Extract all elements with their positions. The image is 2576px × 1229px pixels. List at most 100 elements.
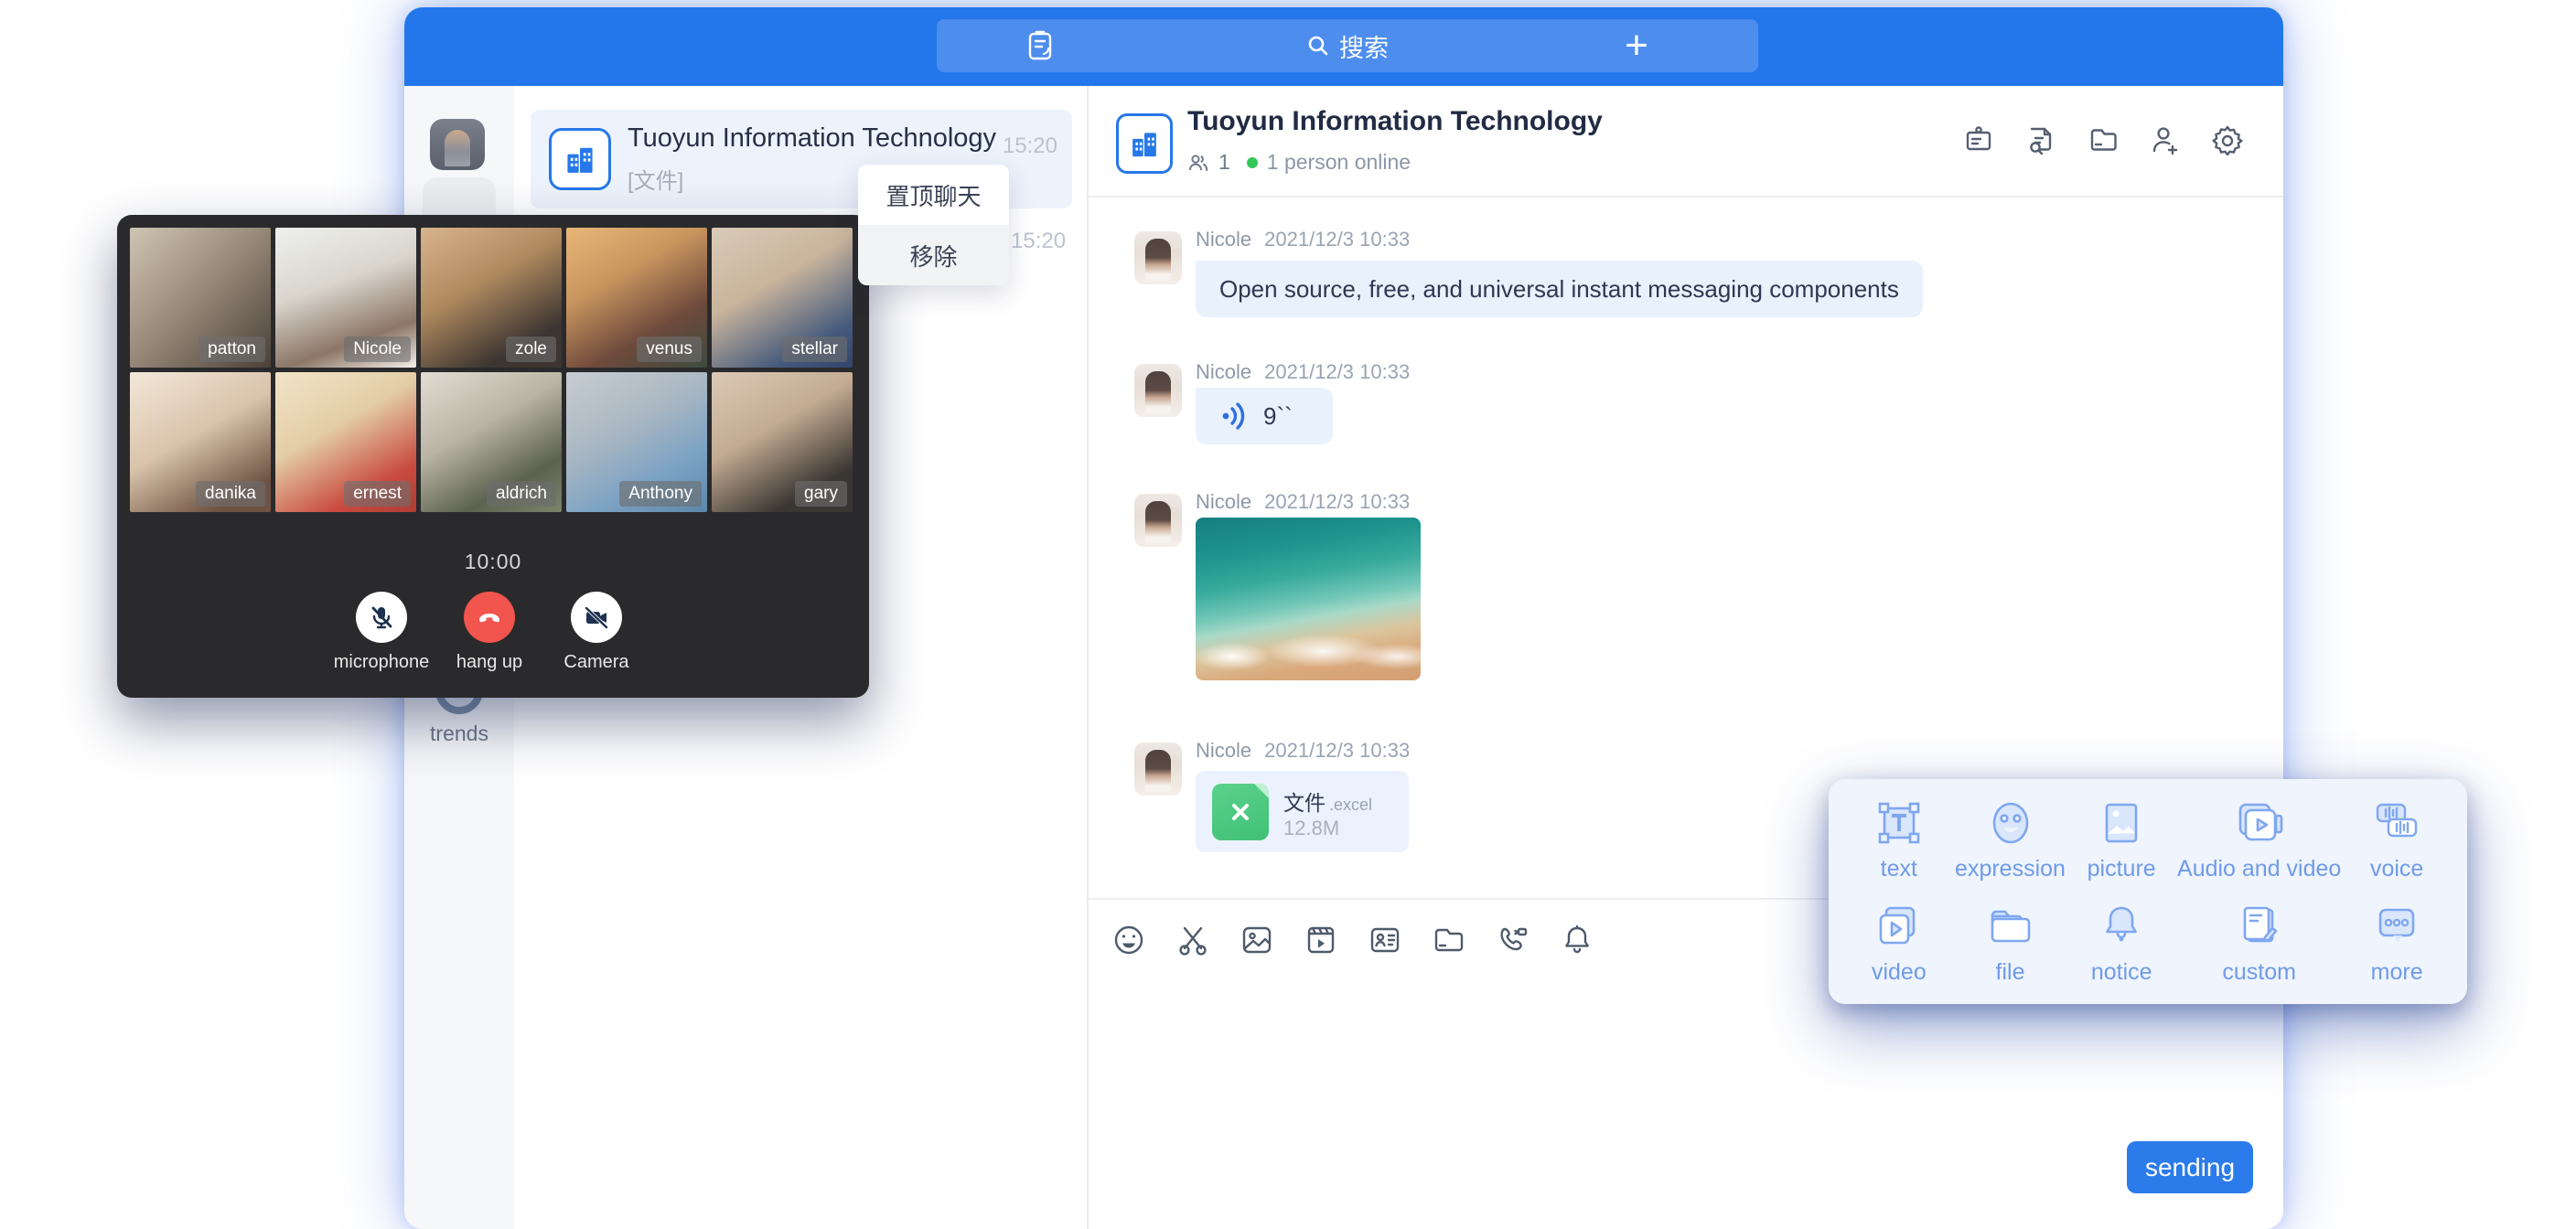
message-meta: Nicole2021/12/3 10:33 bbox=[1196, 490, 1410, 514]
member-count: 1 bbox=[1218, 150, 1230, 175]
picture-icon[interactable] bbox=[1237, 920, 1277, 960]
video-clip-icon[interactable] bbox=[1301, 920, 1341, 960]
chat-header-actions bbox=[1959, 121, 2247, 159]
avatar[interactable] bbox=[1134, 743, 1182, 796]
avatar[interactable] bbox=[1134, 494, 1182, 547]
trends-label: trends bbox=[404, 721, 514, 746]
feature-label: expression bbox=[1955, 856, 2066, 882]
group-notice-icon[interactable] bbox=[1959, 121, 1998, 159]
feature-file[interactable]: file bbox=[1985, 901, 2036, 986]
message-meta: Nicole 2021/12/3 10:33 bbox=[1196, 360, 1410, 384]
feature-more[interactable]: more bbox=[2371, 901, 2423, 986]
online-dot bbox=[1247, 157, 1258, 168]
participant-tile[interactable]: gary bbox=[712, 372, 853, 512]
feature-label: picture bbox=[2088, 856, 2156, 882]
app-screenshot: 搜索 + trends bbox=[0, 0, 2576, 1229]
custom-icon bbox=[2234, 901, 2285, 952]
search-icon bbox=[1306, 34, 1330, 58]
mic-off-icon bbox=[368, 604, 395, 631]
feature-video[interactable]: video bbox=[1872, 901, 1927, 986]
feature-label: more bbox=[2371, 959, 2423, 986]
group-files-icon[interactable] bbox=[2084, 121, 2122, 159]
feature-label: text bbox=[1881, 856, 1917, 882]
menu-item-pin-chat[interactable]: 置顶聊天 bbox=[858, 165, 1009, 225]
feature-label: video bbox=[1872, 959, 1927, 986]
message-meta: Nicole 2021/12/3 10:33 bbox=[1196, 739, 1410, 763]
building-icon bbox=[563, 142, 597, 176]
chat-history-search-icon[interactable] bbox=[2022, 121, 2060, 159]
file-size: 12.8M bbox=[1283, 817, 1339, 840]
online-status: 1 person online bbox=[1267, 150, 1411, 175]
screenshot-scissors-icon[interactable] bbox=[1173, 920, 1213, 960]
feature-expression[interactable]: expression bbox=[1955, 797, 2066, 882]
participant-tile[interactable]: venus bbox=[566, 228, 707, 368]
send-button[interactable]: sending bbox=[2127, 1141, 2253, 1193]
participant-name: danika bbox=[196, 481, 265, 507]
chat-subtitle: 1 1 person online bbox=[1187, 150, 1411, 175]
sender-name: Nicole bbox=[1196, 228, 1251, 251]
feature-text[interactable]: text bbox=[1873, 797, 1925, 882]
participant-name: gary bbox=[795, 481, 847, 507]
participant-tile[interactable]: ernest bbox=[275, 372, 416, 512]
participant-name: aldrich bbox=[487, 481, 556, 507]
add-member-icon[interactable] bbox=[2146, 121, 2184, 159]
voice-waves-icon bbox=[1219, 401, 1249, 432]
participant-tile[interactable]: Nicole bbox=[275, 228, 416, 368]
feature-audio-video[interactable]: Audio and video bbox=[2177, 797, 2341, 882]
message-text: Open source, free, and universal instant… bbox=[1219, 275, 1899, 304]
voice-message-bubble[interactable]: 9`` bbox=[1196, 388, 1333, 444]
chat-group-icon bbox=[1116, 113, 1173, 174]
contact-card-icon[interactable] bbox=[1365, 920, 1405, 960]
file-icon bbox=[1985, 901, 2036, 952]
image-message-beach[interactable] bbox=[1196, 518, 1421, 680]
voice-duration: 9`` bbox=[1263, 402, 1293, 431]
participant-tile[interactable]: Anthony bbox=[566, 372, 707, 512]
emoji-icon[interactable] bbox=[1109, 920, 1149, 960]
video-call-overlay: patton Nicole zole venus stellar danika … bbox=[117, 215, 869, 698]
feature-custom[interactable]: custom bbox=[2222, 901, 2296, 986]
feature-label: voice bbox=[2370, 856, 2423, 882]
user-avatar[interactable] bbox=[430, 119, 485, 170]
camera-off-icon bbox=[583, 604, 610, 631]
file-name: 文件.excel bbox=[1283, 785, 1372, 817]
participant-tile[interactable]: zole bbox=[421, 228, 562, 368]
participant-grid: patton Nicole zole venus stellar danika … bbox=[130, 228, 856, 512]
participant-tile[interactable]: stellar bbox=[712, 228, 853, 368]
message-time: 2021/12/3 10:33 bbox=[1264, 739, 1410, 762]
more-icon bbox=[2371, 901, 2422, 952]
feature-label: file bbox=[1996, 959, 2025, 986]
feature-picture[interactable]: picture bbox=[2088, 797, 2156, 882]
microphone-toggle-button[interactable] bbox=[356, 592, 407, 643]
participant-tile[interactable]: danika bbox=[130, 372, 271, 512]
participant-name: patton bbox=[199, 337, 265, 362]
text-message-bubble[interactable]: Open source, free, and universal instant… bbox=[1196, 261, 1923, 317]
participant-name: Anthony bbox=[619, 481, 702, 507]
settings-gear-icon[interactable] bbox=[2208, 121, 2247, 159]
menu-item-remove[interactable]: 移除 bbox=[858, 225, 1009, 285]
message-time: 2021/12/3 10:33 bbox=[1264, 490, 1410, 513]
file-message-card[interactable]: 文件.excel 12.8M bbox=[1196, 771, 1409, 852]
feature-voice[interactable]: voice bbox=[2370, 797, 2423, 882]
conversation-title: Tuoyun Information Technology bbox=[628, 123, 996, 154]
sender-name: Nicole bbox=[1196, 739, 1251, 762]
hangup-label: hang up bbox=[456, 652, 522, 673]
message-time: 2021/12/3 10:33 bbox=[1264, 360, 1410, 383]
participant-name: Nicole bbox=[344, 337, 411, 362]
add-button[interactable]: + bbox=[1615, 25, 1658, 67]
participant-tile[interactable]: aldrich bbox=[421, 372, 562, 512]
participant-name: stellar bbox=[782, 337, 847, 362]
avatar[interactable] bbox=[1134, 231, 1182, 284]
picture-icon bbox=[2096, 797, 2147, 849]
excel-file-icon bbox=[1212, 784, 1269, 840]
notification-bell-icon[interactable] bbox=[1557, 920, 1597, 960]
avatar[interactable] bbox=[1134, 364, 1182, 417]
video-call-icon[interactable] bbox=[1493, 920, 1533, 960]
file-folder-icon[interactable] bbox=[1429, 920, 1469, 960]
conversation-preview: [文件] bbox=[628, 163, 683, 195]
hang-up-button[interactable] bbox=[464, 592, 515, 643]
feature-notice[interactable]: notice bbox=[2091, 901, 2152, 986]
participant-tile[interactable]: patton bbox=[130, 228, 271, 368]
sender-name: Nicole bbox=[1196, 360, 1251, 383]
camera-toggle-button[interactable] bbox=[571, 592, 622, 643]
search-bar[interactable]: 搜索 + bbox=[937, 19, 1758, 72]
